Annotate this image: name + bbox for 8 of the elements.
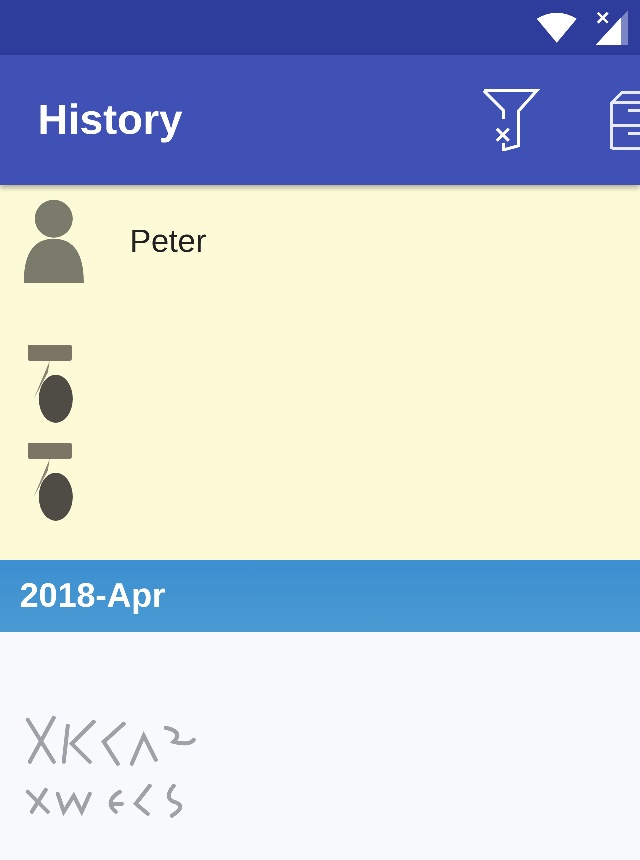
signal-icon	[596, 10, 628, 44]
section-title: 2018-Apr	[20, 576, 166, 616]
filter-clear-icon[interactable]	[482, 89, 540, 151]
wifi-icon	[536, 12, 578, 42]
person-name: Peter	[130, 222, 206, 260]
screen-title: History	[38, 96, 184, 144]
person-icon	[22, 199, 86, 283]
cabinet-icon[interactable]	[610, 89, 640, 151]
